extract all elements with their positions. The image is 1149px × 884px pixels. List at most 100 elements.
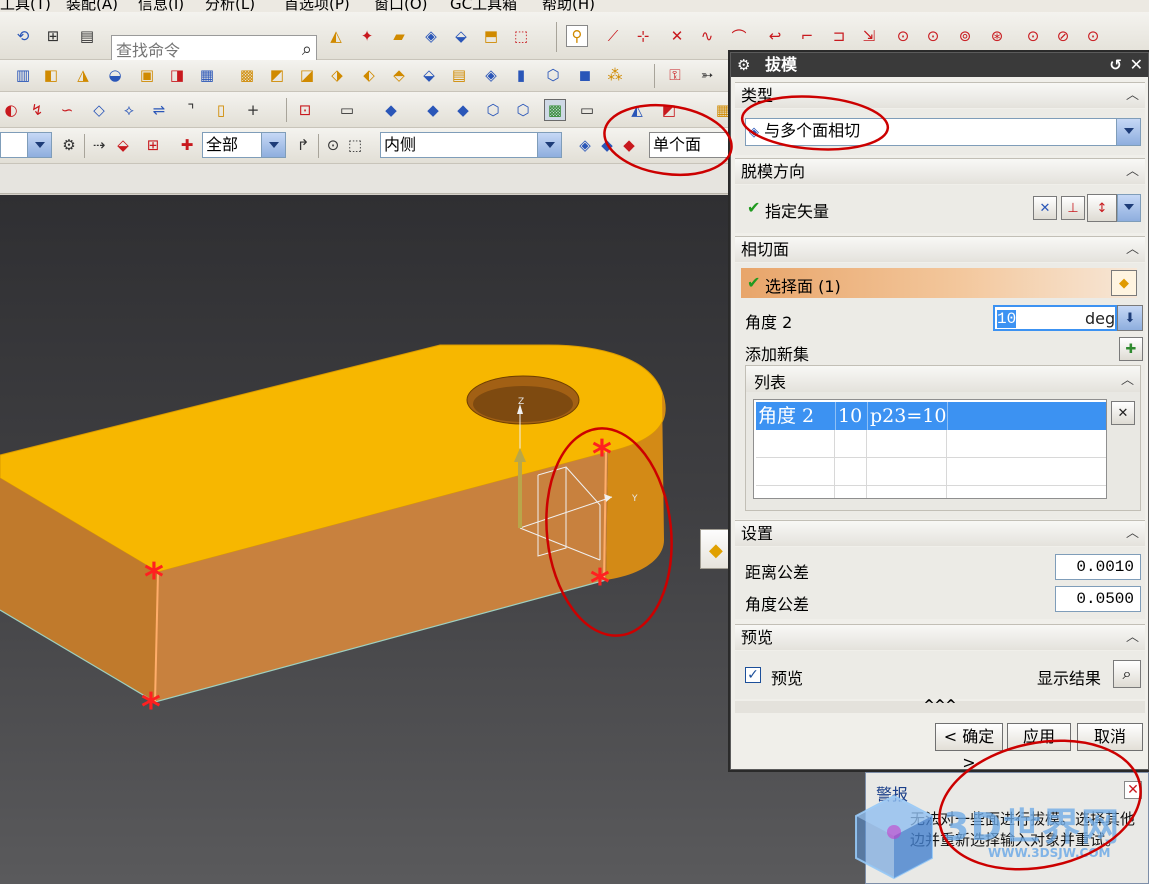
cone-icon[interactable]: ◮	[72, 64, 94, 86]
select-feature-icon[interactable]: ⬙	[112, 134, 134, 156]
draft-icon[interactable]: ⬗	[326, 64, 348, 86]
face-icon[interactable]: ◆	[596, 134, 618, 156]
section-tangent-header[interactable]: 相切面 ︿	[735, 236, 1145, 262]
face-side-dropdown[interactable]: 内侧	[380, 132, 562, 158]
menu-gc-toolbox[interactable]: GC工具箱	[450, 0, 517, 12]
revolve-icon[interactable]: ◈	[420, 25, 442, 47]
line-icon[interactable]: ⟋	[602, 25, 624, 47]
dialog-titlebar[interactable]: ⚙ 拔模 ↺ ✕	[731, 53, 1148, 77]
studio-icon[interactable]: ▩	[544, 99, 566, 121]
warning-close-icon[interactable]: ✕	[1124, 781, 1142, 799]
vector-dialog-icon[interactable]: ⊥	[1061, 196, 1085, 220]
arrow-icon[interactable]: ➳	[696, 64, 718, 86]
intersect-icon[interactable]: ◪	[296, 64, 318, 86]
extrude-icon[interactable]: ▰	[388, 25, 410, 47]
angle-input[interactable]: 10 deg	[993, 305, 1117, 331]
preview-checkbox[interactable]: ✓	[745, 667, 761, 683]
datum-icon[interactable]: ▯	[210, 99, 232, 121]
apply-button[interactable]: 应用	[1007, 723, 1071, 751]
select-mode-icon[interactable]: ⇢	[88, 134, 110, 156]
body-icon[interactable]: ◈	[574, 134, 596, 156]
clip-icon[interactable]: ◩	[658, 99, 680, 121]
menu-tools[interactable]: 工具(T)	[0, 0, 51, 12]
section-settings-header[interactable]: 设置 ︿	[735, 520, 1145, 546]
vector-type-icon[interactable]: ↕	[1087, 194, 1117, 222]
shaded-3-icon[interactable]: ◆	[452, 99, 474, 121]
chevron-up-icon[interactable]: ︿	[1126, 83, 1139, 109]
wire-2-icon[interactable]: ⬡	[512, 99, 534, 121]
offset-icon[interactable]: ⬙	[418, 64, 440, 86]
delete-row-icon[interactable]: ✕	[1111, 401, 1135, 425]
bridge-icon[interactable]: ∽	[56, 99, 78, 121]
curve-icon[interactable]: ↯	[26, 99, 48, 121]
subtract-icon[interactable]: ◩	[266, 64, 288, 86]
sketch-icon[interactable]: ◐	[0, 99, 22, 121]
circle-6-icon[interactable]: ⊘	[1052, 25, 1074, 47]
block-icon[interactable]: ▥	[12, 64, 34, 86]
ok-button[interactable]: < 确定 >	[935, 723, 1003, 772]
vector-type-dropdown[interactable]	[1117, 194, 1141, 222]
trim-body-icon[interactable]: ◈	[480, 64, 502, 86]
menu-window[interactable]: 窗口(O)	[374, 0, 428, 12]
trim-icon[interactable]: ⊐	[828, 25, 850, 47]
spline-icon[interactable]: ∿	[696, 25, 718, 47]
surface-icon[interactable]: ⬚	[510, 25, 532, 47]
list-header[interactable]: 列表 ︿	[746, 366, 1140, 392]
circle-7-icon[interactable]: ⊙	[1082, 25, 1104, 47]
menu-analysis[interactable]: 分析(L)	[205, 0, 255, 12]
type-filter-dropdown[interactable]	[0, 132, 52, 158]
pattern-2-icon[interactable]: ⁂	[604, 64, 626, 86]
sphere-icon[interactable]: ◒	[104, 64, 126, 86]
fit-icon[interactable]: ⊡	[294, 99, 316, 121]
circle-2-icon[interactable]: ⊙	[922, 25, 944, 47]
reset-icon[interactable]: ↺	[1109, 53, 1122, 77]
cancel-button[interactable]: 取消	[1077, 723, 1143, 751]
select-face-row[interactable]: ✔ 选择面 (1) ◆	[741, 268, 1137, 298]
filter-scope-dropdown[interactable]: 全部	[202, 132, 286, 158]
face-select-icon[interactable]: ◆	[1111, 270, 1137, 296]
chevron-up-icon[interactable]: ︿	[1126, 521, 1139, 547]
cylinder-icon[interactable]: ◧	[40, 64, 62, 86]
shell-icon[interactable]: ⬘	[388, 64, 410, 86]
sweep-icon[interactable]: ⬙	[450, 25, 472, 47]
extend-icon[interactable]: ⇲	[858, 25, 880, 47]
distance-tolerance-input[interactable]: 0.0010	[1055, 554, 1141, 580]
magnifier-icon[interactable]: ⌕	[302, 39, 312, 60]
selection-icon[interactable]: ✚	[176, 134, 198, 156]
thicken-icon[interactable]: ▤	[448, 64, 470, 86]
point-icon[interactable]: ⊹	[632, 25, 654, 47]
face-2-icon[interactable]: ◆	[618, 134, 640, 156]
arc-icon[interactable]: ⌒	[728, 25, 750, 47]
corner-icon[interactable]: ↩	[764, 25, 786, 47]
box-select-icon[interactable]: ⬚	[344, 134, 366, 156]
menu-help[interactable]: 帮助(H)	[542, 0, 595, 12]
chamfer-icon[interactable]: ⌐	[796, 25, 818, 47]
properties-icon[interactable]: ▤	[76, 25, 98, 47]
corner-2-icon[interactable]: ⌝	[180, 99, 202, 121]
snap-icon[interactable]: ⚲	[566, 25, 588, 47]
show-result-icon[interactable]: ⌕	[1113, 660, 1141, 688]
instance-icon[interactable]: ◼	[574, 64, 596, 86]
chevron-up-icon[interactable]: ︿	[1126, 237, 1139, 263]
mirror-icon[interactable]: ⬡	[542, 64, 564, 86]
slot-icon[interactable]: ▦	[196, 64, 218, 86]
orient-icon[interactable]: ⟲	[12, 25, 34, 47]
shaded-icon[interactable]: ◆	[380, 99, 402, 121]
chevron-up-icon[interactable]: ︿	[1126, 159, 1139, 185]
wire-icon[interactable]: ⬡	[482, 99, 504, 121]
section-icon[interactable]: ◭	[626, 99, 648, 121]
menu-assembly[interactable]: 装配(A)	[66, 0, 118, 12]
background-icon[interactable]: ▭	[576, 99, 598, 121]
mesh-icon[interactable]: ⬒	[480, 25, 502, 47]
list-grid[interactable]: 角度 2 10 p23=10	[753, 399, 1107, 499]
section-preview-header[interactable]: 预览 ︿	[735, 624, 1145, 650]
face-rule-dropdown[interactable]: 单个面	[649, 132, 731, 158]
circle-5-icon[interactable]: ⊙	[1022, 25, 1044, 47]
target-icon[interactable]: ⊙	[322, 134, 344, 156]
chevron-up-icon[interactable]: ︿	[1121, 369, 1134, 388]
filter-icon[interactable]: ⚙	[58, 134, 80, 156]
join-icon[interactable]: ⇌	[148, 99, 170, 121]
list-row[interactable]: 角度 2 10 p23=10	[756, 402, 1106, 430]
pocket-icon[interactable]: ◨	[166, 64, 188, 86]
split-icon[interactable]: ▮	[510, 64, 532, 86]
